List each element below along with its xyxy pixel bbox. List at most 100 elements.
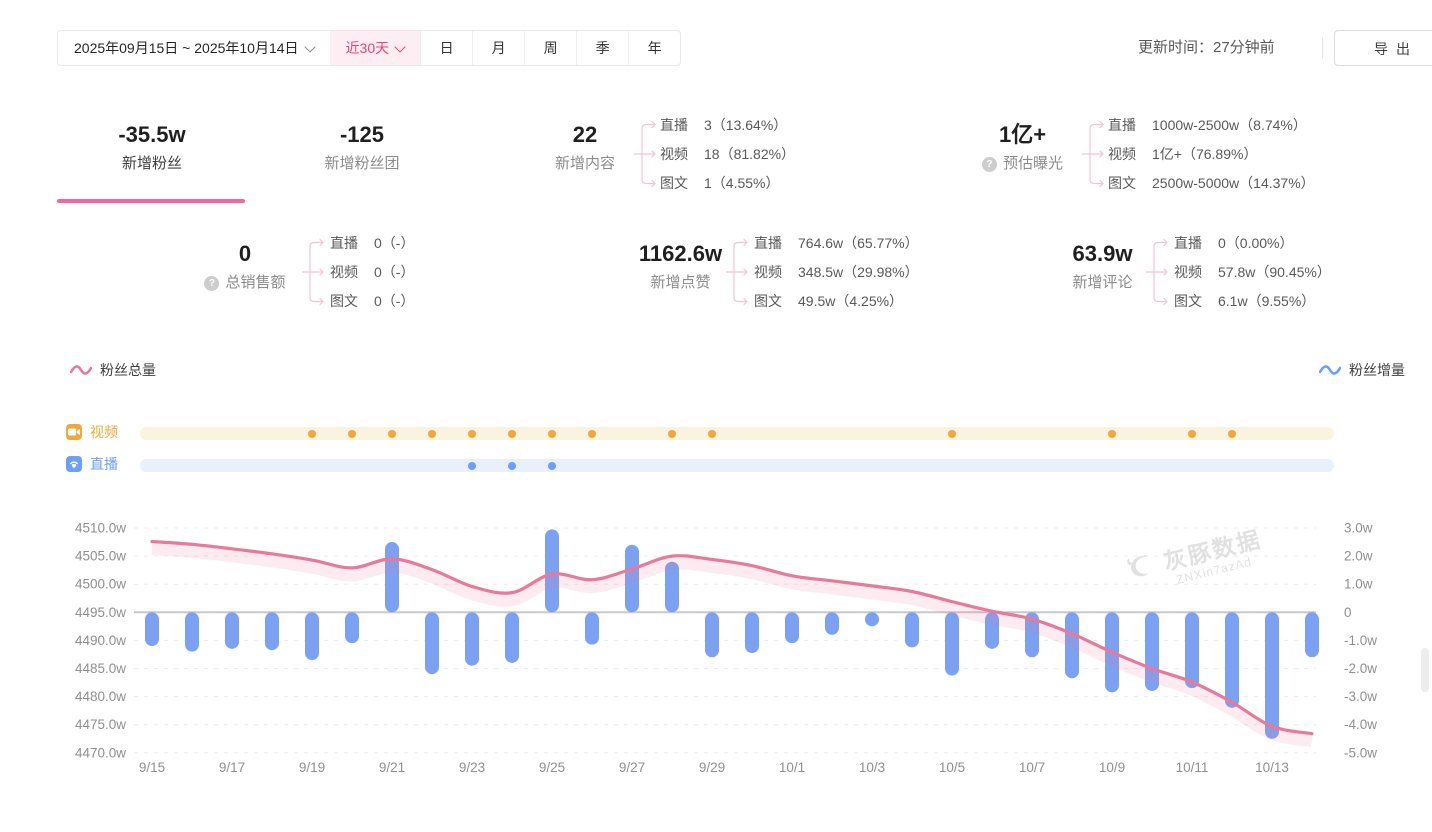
quick-range-30d[interactable]: 近30天: [330, 31, 421, 65]
fans-delta-bar[interactable]: [1305, 612, 1319, 657]
card-new-fanclub[interactable]: -125 新增粉丝团: [267, 123, 457, 174]
tab-day[interactable]: 日: [420, 31, 472, 65]
fans-delta-bar[interactable]: [385, 542, 399, 612]
fans-delta-bar[interactable]: [225, 612, 239, 649]
breakdown-row: 视频348.5w（29.98%）: [754, 257, 919, 286]
fans-delta-bar[interactable]: [305, 612, 319, 660]
right-axis-label: -1.0w: [1344, 633, 1377, 648]
legend-fans-total[interactable]: 粉丝总量: [70, 360, 156, 380]
live-session-dot[interactable]: [508, 462, 516, 470]
x-axis-label: 10/13: [1255, 760, 1289, 775]
video-post-dot[interactable]: [668, 430, 676, 438]
video-post-dot[interactable]: [308, 430, 316, 438]
date-range-picker[interactable]: 2025年09月15日 ~ 2025年10月14日: [58, 31, 330, 65]
fans-delta-bar[interactable]: [345, 612, 359, 643]
fans-delta-bar[interactable]: [705, 612, 719, 657]
breakdown-row: 图文1（4.55%）: [660, 168, 795, 197]
video-post-dot[interactable]: [588, 430, 596, 438]
right-axis-label: -2.0w: [1344, 661, 1377, 676]
x-axis-label: 10/11: [1176, 760, 1209, 775]
x-axis-label: 9/15: [139, 760, 165, 775]
fans-delta-bar[interactable]: [505, 612, 519, 663]
tab-week[interactable]: 周: [524, 31, 576, 65]
breakdown-row: 图文2500w-5000w（14.37%）: [1108, 168, 1315, 197]
breakdown-connector: [1146, 228, 1172, 316]
video-post-dot[interactable]: [548, 430, 556, 438]
fans-delta-bar[interactable]: [145, 612, 159, 646]
video-post-dot[interactable]: [1188, 430, 1196, 438]
tab-month[interactable]: 月: [472, 31, 524, 65]
video-post-dot[interactable]: [508, 430, 516, 438]
chevron-down-icon: [394, 41, 405, 52]
fans-delta-bar[interactable]: [865, 612, 879, 626]
question-icon[interactable]: ?: [204, 276, 219, 291]
fans-delta-bar[interactable]: [945, 612, 959, 675]
fans-delta-bar[interactable]: [745, 612, 759, 653]
fans-delta-bar[interactable]: [185, 612, 199, 651]
video-post-dot[interactable]: [1108, 430, 1116, 438]
left-axis-label: 4480.0w: [75, 689, 126, 704]
legend-fans-delta[interactable]: 粉丝增量: [1319, 360, 1405, 380]
fans-delta-bar[interactable]: [425, 612, 439, 674]
x-axis-label: 10/7: [1019, 760, 1045, 775]
video-post-dot[interactable]: [948, 430, 956, 438]
new-content-breakdown: 直播3（13.64%） 视频18（81.82%） 图文1（4.55%）: [660, 110, 795, 197]
video-post-dot[interactable]: [468, 430, 476, 438]
right-axis-label: 2.0w: [1344, 549, 1373, 564]
video-post-dot[interactable]: [348, 430, 356, 438]
card-new-fans[interactable]: -35.5w 新增粉丝: [57, 123, 247, 174]
wave-icon: [70, 364, 92, 376]
x-axis-label: 10/1: [779, 760, 805, 775]
x-axis-label: 10/5: [939, 760, 965, 775]
legend-fans-total-label: 粉丝总量: [100, 360, 156, 380]
breakdown-row: 图文49.5w（4.25%）: [754, 286, 919, 315]
breakdown-row: 视频1亿+（76.89%）: [1108, 139, 1315, 168]
live-track-bar: [140, 459, 1334, 472]
left-axis-label: 4475.0w: [75, 717, 126, 732]
breakdown-row: 直播0（-）: [330, 228, 414, 257]
active-card-underline: [57, 199, 245, 203]
date-range-control: 2025年09月15日 ~ 2025年10月14日 近30天 日 月 周 季 年: [57, 30, 681, 66]
x-axis-label: 9/19: [299, 760, 325, 775]
total-sales-breakdown: 直播0（-） 视频0（-） 图文0（-）: [330, 228, 414, 315]
live-session-dot[interactable]: [548, 462, 556, 470]
new-comments-breakdown: 直播0（0.00%） 视频57.8w（90.45%） 图文6.1w（9.55%）: [1174, 228, 1331, 315]
video-track-label: 视频: [90, 424, 118, 440]
fans-delta-bar[interactable]: [585, 612, 599, 644]
tab-year[interactable]: 年: [628, 31, 680, 65]
export-button[interactable]: 导出: [1334, 30, 1432, 66]
right-axis-label: 1.0w: [1344, 577, 1373, 592]
scrollbar-thumb[interactable]: [1421, 648, 1429, 692]
breakdown-row: 图文6.1w（9.55%）: [1174, 286, 1331, 315]
question-icon[interactable]: ?: [982, 157, 997, 172]
fans-delta-bar[interactable]: [265, 612, 279, 650]
fans-delta-bar[interactable]: [905, 612, 919, 647]
fans-delta-bar[interactable]: [465, 612, 479, 665]
video-post-dot[interactable]: [708, 430, 716, 438]
dolphin-logo-icon: [1123, 549, 1161, 584]
breakdown-row: 视频0（-）: [330, 257, 414, 286]
fans-delta-bar[interactable]: [825, 612, 839, 634]
date-range-text: 2025年09月15日 ~ 2025年10月14日: [74, 38, 299, 58]
fans-delta-bar[interactable]: [785, 612, 799, 643]
tab-quarter[interactable]: 季: [576, 31, 628, 65]
fans-delta-bar[interactable]: [1265, 612, 1279, 738]
new-fans-label: 新增粉丝: [57, 154, 247, 174]
x-axis-label: 9/23: [459, 760, 485, 775]
fans-delta-bar[interactable]: [1185, 612, 1199, 688]
fans-delta-bar[interactable]: [1225, 612, 1239, 708]
x-axis-label: 9/17: [219, 760, 245, 775]
video-post-dot[interactable]: [388, 430, 396, 438]
x-axis-label: 9/21: [379, 760, 405, 775]
video-post-dot[interactable]: [428, 430, 436, 438]
quick-range-label: 近30天: [346, 38, 390, 58]
fans-analytics-dashboard: 2025年09月15日 ~ 2025年10月14日 近30天 日 月 周 季 年…: [0, 0, 1432, 832]
fans-delta-bar[interactable]: [545, 529, 559, 612]
left-axis-label: 4505.0w: [75, 549, 126, 564]
est-exposure-label: 预估曝光: [1003, 154, 1063, 174]
left-axis-label: 4495.0w: [75, 605, 126, 620]
live-session-dot[interactable]: [468, 462, 476, 470]
left-axis-label: 4510.0w: [75, 521, 126, 536]
video-post-dot[interactable]: [1228, 430, 1236, 438]
breakdown-row: 图文0（-）: [330, 286, 414, 315]
